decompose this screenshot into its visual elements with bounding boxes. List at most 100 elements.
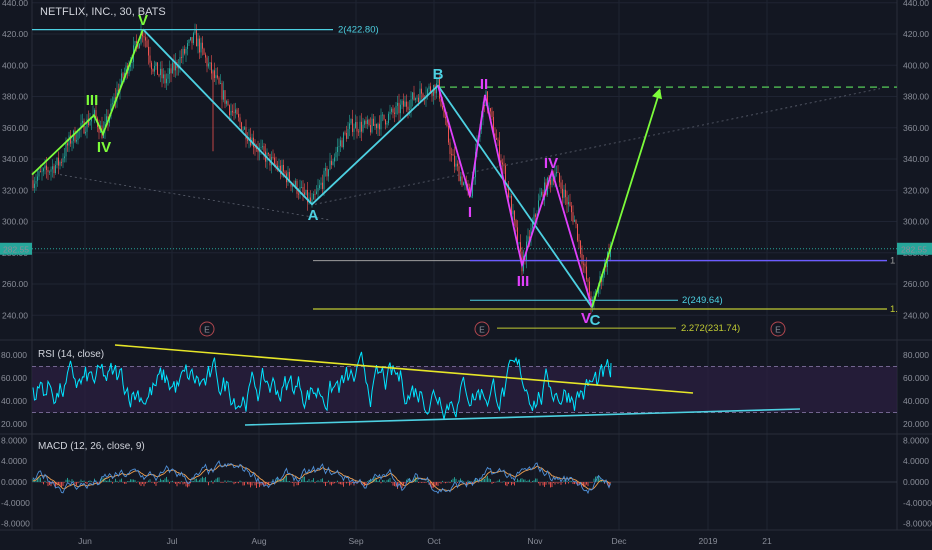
macd-hist-bar [418,482,419,483]
macd-hist-bar [538,482,539,484]
macd-hist-bar [251,482,253,486]
macd-hist-bar [386,479,388,482]
candle-body [509,195,511,198]
macd-hist-bar [70,481,71,482]
macd-hist-bar [466,482,467,485]
macd-hist-bar [341,482,343,485]
chart-canvas[interactable]: 240.00240.00260.00260.00280.00280.00300.… [0,0,932,550]
candle-body [163,74,164,79]
candle-body [335,152,337,158]
candle-body [52,166,53,170]
candle-body [329,160,331,170]
macd-hist-bar [211,480,212,482]
candle-body [268,152,269,155]
candle-body [391,108,392,112]
x-tick-label: Sep [348,536,363,546]
macd-tick-left: -4.0000 [1,498,30,508]
macd-hist-bar [571,481,572,482]
macd-label: MACD (12, 26, close, 9) [38,441,145,452]
macd-hist-bar [343,482,344,487]
candle-body [445,116,446,119]
macd-hist-bar [295,482,296,483]
macd-hist-bar [527,480,529,482]
macd-tick-right: -4.0000 [903,498,932,508]
candle-body [149,55,151,63]
macd-hist-bar [238,482,239,484]
macd-hist-bar [269,482,271,483]
candle-body [58,157,59,166]
macd-hist-bar [214,480,215,482]
macd-hist-bar [439,482,440,483]
candle-body [64,156,65,159]
macd-hist-bar [128,481,130,482]
candle-body [346,132,347,139]
candle-body [206,57,208,67]
macd-hist-bar [464,481,466,483]
macd-hist-bar [59,482,61,485]
macd-hist-bar [572,482,574,484]
candle-body [557,171,559,173]
macd-hist-bar [514,482,515,486]
macd-hist-bar [419,482,421,483]
candle-body [172,62,173,74]
candle-body [199,38,200,53]
candle-body [65,143,67,157]
macd-hist-bar [307,480,308,482]
rsi-tick-right: 60.000 [903,373,929,383]
y-tick-left: 340.00 [2,154,28,164]
candle-body [262,146,263,148]
candle-body [239,117,241,123]
macd-hist-bar [146,482,148,483]
macd-hist-bar [163,480,164,482]
candle-body [404,101,406,107]
y-tick-right: 320.00 [903,185,929,195]
macd-hist-bar [208,482,209,486]
macd-hist-bar [221,482,223,483]
candle-body [193,33,194,44]
macd-hist-bar [587,482,589,487]
candle-body [40,171,41,173]
macd-hist-bar [137,481,139,482]
chart-title: NETFLIX, INC., 30, BATS [40,6,166,18]
candle-body [188,40,190,44]
macd-hist-bar [248,482,250,485]
macd-hist-bar [223,482,224,483]
candle-body [89,121,91,126]
candle-body [374,123,376,126]
candle-body [167,73,169,79]
macd-hist-bar [301,479,302,482]
macd-hist-bar [391,482,392,483]
candle-body [461,176,463,186]
candle-body [457,163,458,167]
macd-hist-bar [334,482,335,484]
macd-hist-bar [553,482,554,483]
macd-hist-bar [320,479,322,482]
candle-body [236,109,238,115]
rsi-tick-left: 40.000 [1,396,27,406]
y-tick-right: 260.00 [903,279,929,289]
candle-body [562,188,563,198]
candle-body [238,114,239,118]
macd-hist-bar [109,478,110,482]
candle-body [340,140,341,147]
candle-body [136,41,137,44]
candle-body [490,108,491,112]
macd-hist-bar [193,481,194,482]
candle-body [71,140,73,144]
candle-body [448,125,449,143]
macd-hist-bar [310,481,311,483]
candle-body [139,43,140,49]
candle-body [503,164,505,166]
macd-hist-bar [290,482,292,483]
wave-label-a: A [308,207,319,224]
candle-body [190,37,191,41]
candle-body [574,219,575,222]
macd-hist-bar [199,479,200,482]
candle-body [106,116,107,122]
macd-hist-bar [166,476,167,482]
y-tick-left: 440.00 [2,0,28,8]
candle-body [398,102,400,114]
candle-body [463,182,464,186]
macd-hist-bar [176,482,178,487]
macd-hist-bar [533,480,535,482]
